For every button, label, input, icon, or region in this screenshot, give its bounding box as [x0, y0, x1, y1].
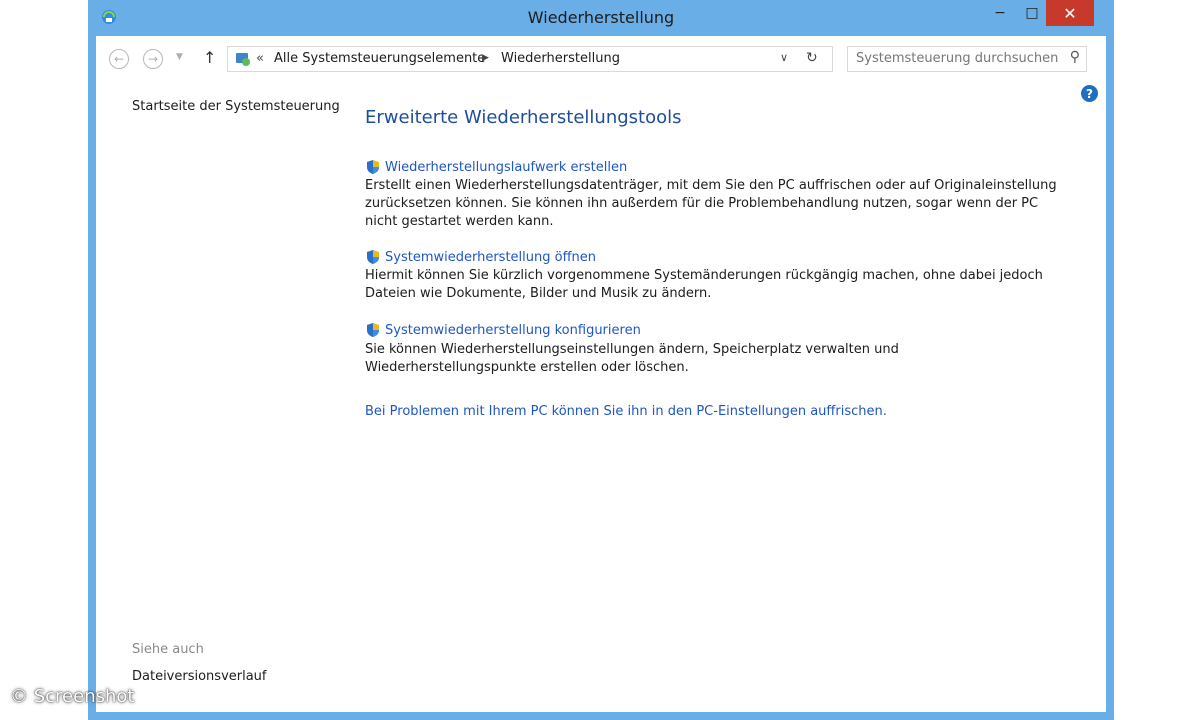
task-link-create-recovery-drive[interactable]: Wiederherstellungslaufwerk erstellen — [365, 159, 627, 175]
breadcrumb-item-recovery[interactable]: Wiederherstellung — [501, 51, 620, 66]
task-description: Hiermit können Sie kürzlich vorgenommene… — [365, 268, 1043, 301]
search-icon[interactable]: ⚲ — [1070, 49, 1080, 65]
title-bar[interactable]: Wiederherstellung − □ ✕ — [88, 0, 1114, 36]
navigation-bar: ← → ▼ ↑ « Alle Systemsteuerungselemente … — [96, 36, 1106, 84]
uac-shield-icon — [367, 160, 379, 174]
sidebar-item-control-panel-home[interactable]: Startseite der Systemsteuerung — [132, 99, 340, 114]
search-input[interactable]: Systemsteuerung durchsuchen ⚲ — [847, 46, 1087, 72]
control-panel-icon — [236, 53, 250, 66]
minimize-button[interactable]: − — [986, 0, 1014, 26]
task-title[interactable]: Systemwiederherstellung konfigurieren — [385, 323, 641, 338]
address-dropdown-chevron-icon[interactable]: ∨ — [780, 51, 788, 64]
breadcrumb-overflow[interactable]: « — [256, 51, 264, 66]
task-description: Sie können Wiederherstellungseinstellung… — [365, 342, 899, 375]
recent-pages-chevron-down-icon[interactable]: ▼ — [176, 52, 183, 62]
task-link-configure-system-restore[interactable]: Systemwiederherstellung konfigurieren — [365, 322, 641, 338]
window-content: ← → ▼ ↑ « Alle Systemsteuerungselemente … — [96, 36, 1106, 712]
task-description: Erstellt einen Wiederherstellungsdatentr… — [365, 178, 1057, 229]
watermark: © Screenshot — [10, 686, 135, 707]
task-link-open-system-restore[interactable]: Systemwiederherstellung öffnen — [365, 249, 596, 265]
task-title[interactable]: Wiederherstellungslaufwerk erstellen — [385, 160, 627, 175]
close-button[interactable]: ✕ — [1046, 0, 1094, 26]
uac-shield-icon — [367, 323, 379, 337]
address-bar[interactable]: « Alle Systemsteuerungselemente ▶ Wieder… — [227, 46, 833, 72]
help-icon[interactable]: ? — [1081, 85, 1098, 102]
uac-shield-icon — [367, 250, 379, 264]
forward-button[interactable]: → — [143, 49, 163, 69]
refresh-pc-link[interactable]: Bei Problemen mit Ihrem PC können Sie ih… — [365, 404, 887, 419]
window-title: Wiederherstellung — [527, 8, 675, 27]
app-window: Wiederherstellung − □ ✕ ← → ▼ ↑ « Alle S… — [88, 0, 1114, 720]
sidebar-item-file-history[interactable]: Dateiversionsverlauf — [132, 669, 267, 684]
page-title: Erweiterte Wiederherstellungstools — [365, 107, 682, 128]
back-button[interactable]: ← — [109, 49, 129, 69]
task-title[interactable]: Systemwiederherstellung öffnen — [385, 250, 596, 265]
see-also-heading: Siehe auch — [132, 642, 204, 657]
maximize-button[interactable]: □ — [1018, 0, 1046, 26]
breadcrumb-separator-icon[interactable]: ▶ — [482, 53, 489, 63]
search-placeholder: Systemsteuerung durchsuchen — [856, 51, 1059, 66]
up-button[interactable]: ↑ — [203, 48, 216, 67]
refresh-icon[interactable]: ↻ — [806, 50, 818, 66]
breadcrumb-item-all-control-panel[interactable]: Alle Systemsteuerungselemente — [274, 51, 485, 66]
